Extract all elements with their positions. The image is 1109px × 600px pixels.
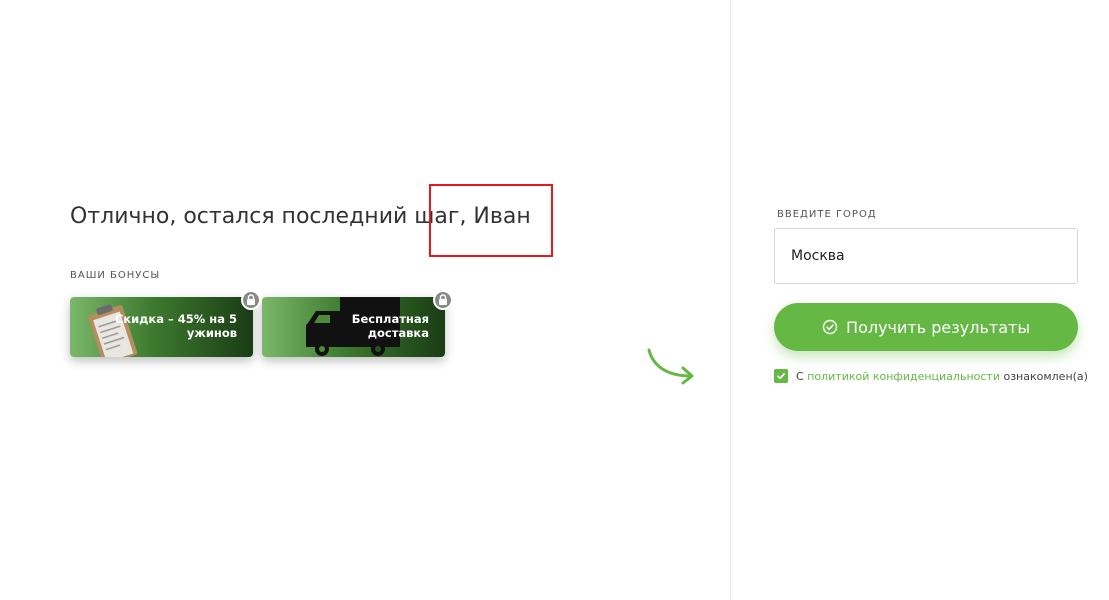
privacy-consent: С политикой конфиденциальности ознакомле… xyxy=(774,369,1088,383)
lock-icon xyxy=(433,290,453,310)
check-icon xyxy=(777,373,785,380)
page: Отлично, остался последний шаг, Иван ВАШ… xyxy=(0,0,1109,600)
city-field-label: ВВЕДИТЕ ГОРОД xyxy=(777,209,877,220)
get-results-button[interactable]: Получить результаты xyxy=(774,303,1078,351)
bonuses-title: ВАШИ БОНУСЫ xyxy=(70,270,161,281)
get-results-button-label: Получить результаты xyxy=(846,317,1030,337)
arrow-right-icon xyxy=(647,348,694,385)
bonus-label-discount: Скидка – 45% на 5 ужинов xyxy=(114,312,237,340)
bonus-label-delivery: Бесплатная доставка xyxy=(351,312,429,340)
bonus-card-delivery: Бесплатная доставка xyxy=(262,297,445,357)
consent-checkbox[interactable] xyxy=(774,369,788,383)
bonus-card-discount: Скидка – 45% на 5 ужинов xyxy=(70,297,253,357)
city-input[interactable] xyxy=(774,228,1078,284)
highlight-annotation-box xyxy=(429,184,553,257)
left-content: Отлично, остался последний шаг, Иван ВАШ… xyxy=(0,0,730,600)
form-panel: ВВЕДИТЕ ГОРОД Получить результаты С поли… xyxy=(730,0,1109,600)
consent-suffix: ознакомлен(а) xyxy=(1003,369,1088,383)
lock-icon xyxy=(241,290,261,310)
consent-prefix: С xyxy=(796,369,804,383)
check-circle-icon xyxy=(822,319,838,335)
privacy-policy-link[interactable]: политикой конфиденциальности xyxy=(807,370,1000,383)
